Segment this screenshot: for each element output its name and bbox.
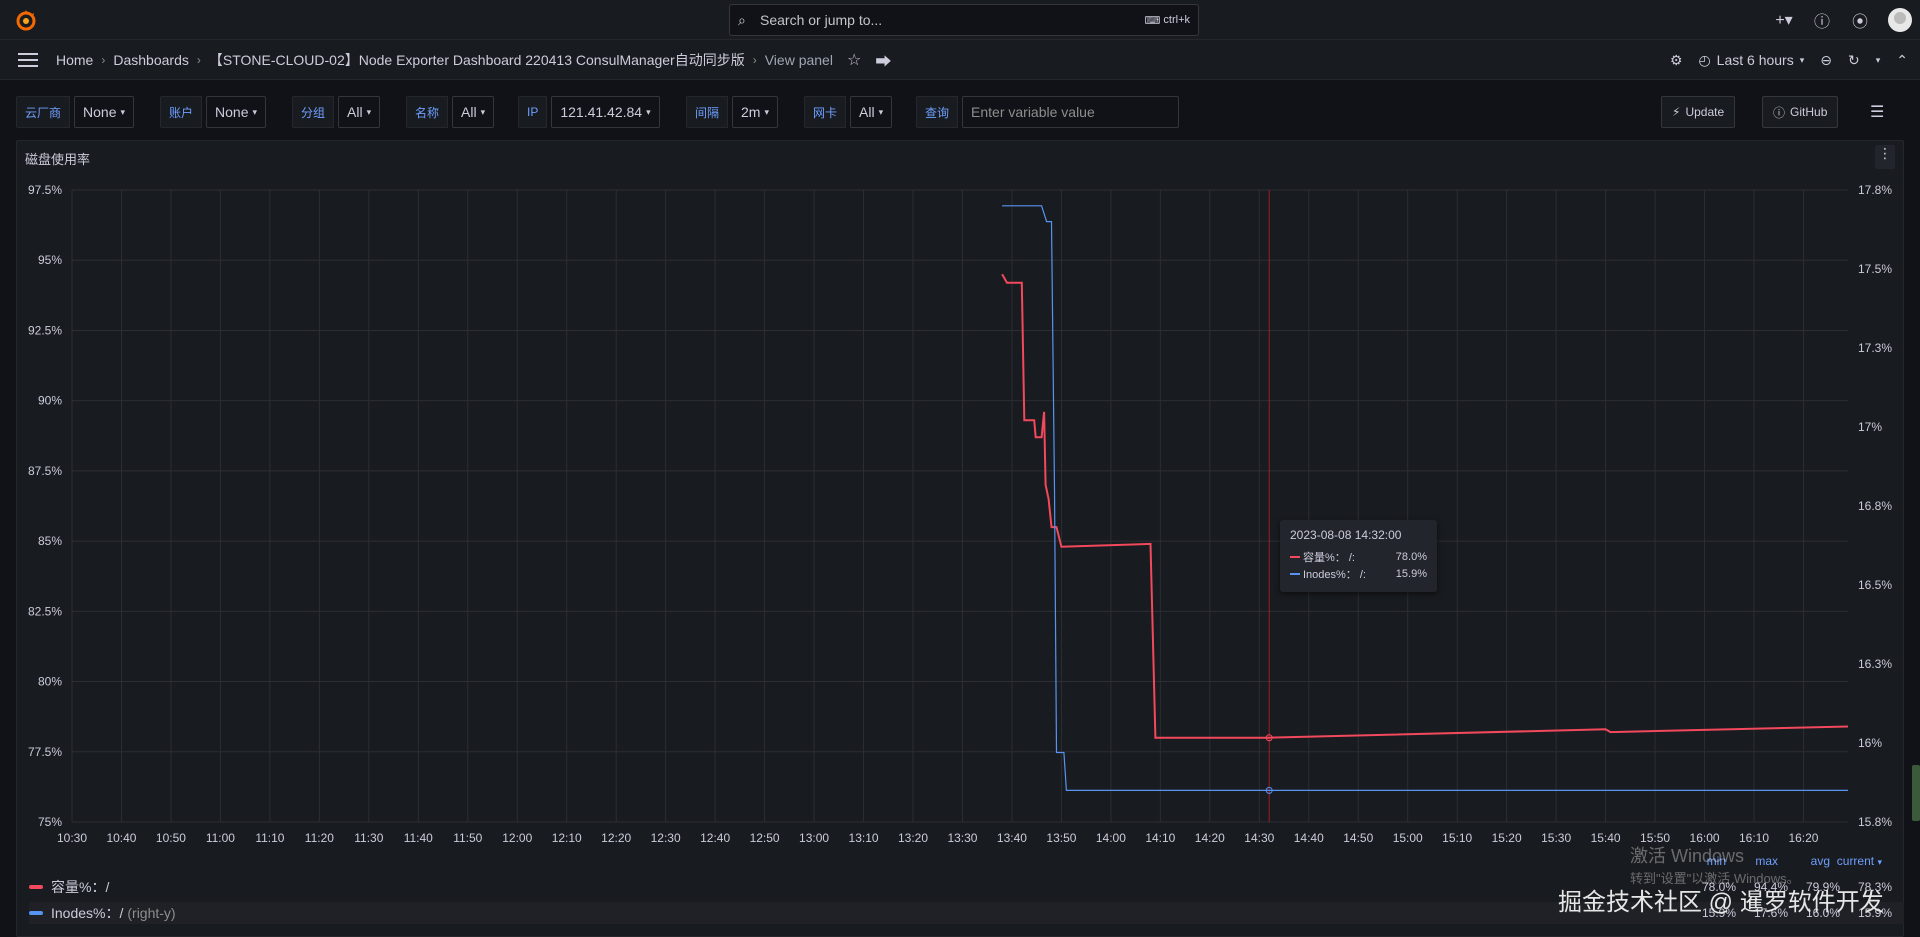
juejin-watermark: 掘金技术社区 @ 暹罗软件开发	[1558, 889, 1884, 916]
x-tick-label: 11:20	[305, 831, 334, 845]
legend-col-avg[interactable]: avg	[1778, 854, 1830, 868]
x-tick-label: 13:20	[898, 831, 928, 845]
series-swatch	[1290, 572, 1300, 575]
x-tick-label: 13:30	[947, 831, 977, 845]
y-tick-label: 90%	[38, 394, 62, 408]
y-tick-label: 80%	[38, 675, 62, 689]
tooltip-time: 2023-08-08 14:32:00	[1290, 528, 1402, 542]
x-tick-label: 11:50	[453, 831, 482, 845]
x-tick-label: 15:00	[1393, 831, 1423, 845]
x-tick-label: 12:40	[700, 831, 730, 845]
y2-tick-label: 16.5%	[1858, 578, 1892, 592]
series-swatch	[29, 885, 43, 889]
x-tick-label: 15:20	[1492, 831, 1522, 845]
y2-tick-label: 16.3%	[1858, 657, 1892, 671]
chart-tooltip: 2023-08-08 14:32:00 容量%： /: 78.0% Inodes…	[1280, 520, 1437, 592]
y-tick-label: 85%	[38, 534, 62, 548]
series-swatch	[29, 911, 43, 915]
tooltip-name: 容量%：	[1303, 551, 1346, 564]
x-tick-label: 13:50	[1046, 831, 1076, 845]
y-tick-label: 77.5%	[28, 745, 62, 759]
y-tick-label: 97.5%	[28, 183, 62, 197]
series-swatch	[1290, 555, 1300, 558]
x-tick-label: 10:30	[57, 831, 87, 845]
x-tick-label: 15:30	[1541, 831, 1571, 845]
x-tick-label: 15:40	[1591, 831, 1621, 845]
x-tick-label: 12:50	[750, 831, 780, 845]
x-tick-label: 14:00	[1096, 831, 1126, 845]
x-tick-label: 16:20	[1788, 831, 1818, 845]
x-tick-label: 12:30	[651, 831, 681, 845]
y-tick-label: 82.5%	[28, 604, 62, 618]
x-tick-label: 12:10	[552, 831, 582, 845]
y2-tick-label: 16.8%	[1858, 499, 1892, 513]
legend-col-current[interactable]: current ▾	[1830, 854, 1882, 868]
y-tick-label: 92.5%	[28, 323, 62, 337]
y2-tick-label: 16%	[1858, 736, 1882, 750]
x-tick-label: 12:00	[502, 831, 532, 845]
x-tick-label: 14:40	[1294, 831, 1324, 845]
series-line-2	[1002, 205, 1848, 791]
tooltip-row: 容量%： /: 78.0%	[1290, 548, 1427, 565]
tooltip-series-name: Inodes%： /:	[1303, 566, 1396, 582]
legend-name: Inodes%：/	[51, 905, 124, 921]
x-tick-label: 11:30	[354, 831, 383, 845]
y-tick-label: 75%	[38, 815, 62, 829]
series-line-1	[1001, 273, 1849, 739]
tooltip-mount: /:	[1359, 568, 1366, 581]
x-tick-label: 10:40	[106, 831, 136, 845]
tooltip-row: Inodes%： /: 15.9%	[1290, 565, 1427, 582]
x-tick-label: 11:00	[206, 831, 235, 845]
x-tick-label: 13:10	[849, 831, 879, 845]
y2-tick-label: 17%	[1858, 420, 1882, 434]
x-tick-label: 11:10	[255, 831, 284, 845]
y2-tick-label: 17.8%	[1858, 183, 1892, 197]
tooltip-mount: /:	[1348, 551, 1355, 564]
legend-name: 容量%：/	[51, 879, 110, 895]
x-tick-label: 12:20	[601, 831, 631, 845]
y2-tick-label: 17.3%	[1858, 341, 1892, 355]
x-tick-label: 14:50	[1343, 831, 1373, 845]
y2-tick-label: 15.8%	[1858, 815, 1892, 829]
y-tick-label: 95%	[38, 253, 62, 267]
windows-activation-title: 激活 Windows	[1630, 846, 1745, 866]
chart-canvas[interactable]: 97.5% 95% 92.5% 90% 87.5% 85% 82.5% 80% 77.5% 75%…	[0, 0, 1920, 937]
y-tick-label: 87.5%	[28, 464, 62, 478]
x-tick-label: 14:30	[1244, 831, 1274, 845]
scrollbar[interactable]	[1912, 765, 1920, 821]
x-tick-label: 14:10	[1145, 831, 1175, 845]
y2-tick-label: 17.5%	[1858, 262, 1892, 276]
tooltip-value: 78.0%	[1395, 550, 1427, 563]
tooltip-value: 15.9%	[1395, 567, 1427, 580]
x-tick-label: 14:20	[1195, 831, 1225, 845]
x-tick-label: 13:00	[799, 831, 829, 845]
legend-col-current-label: current	[1836, 854, 1875, 868]
legend-axis-label: (right-y)	[127, 905, 176, 921]
x-tick-label: 13:40	[997, 831, 1027, 845]
tooltip-name: Inodes%：	[1303, 568, 1357, 581]
x-tick-label: 11:40	[404, 831, 433, 845]
chevron-down-icon: ▾	[1877, 857, 1882, 867]
x-tick-label: 15:10	[1442, 831, 1472, 845]
tooltip-series-name: 容量%： /:	[1303, 549, 1396, 565]
x-tick-label: 10:50	[156, 831, 186, 845]
